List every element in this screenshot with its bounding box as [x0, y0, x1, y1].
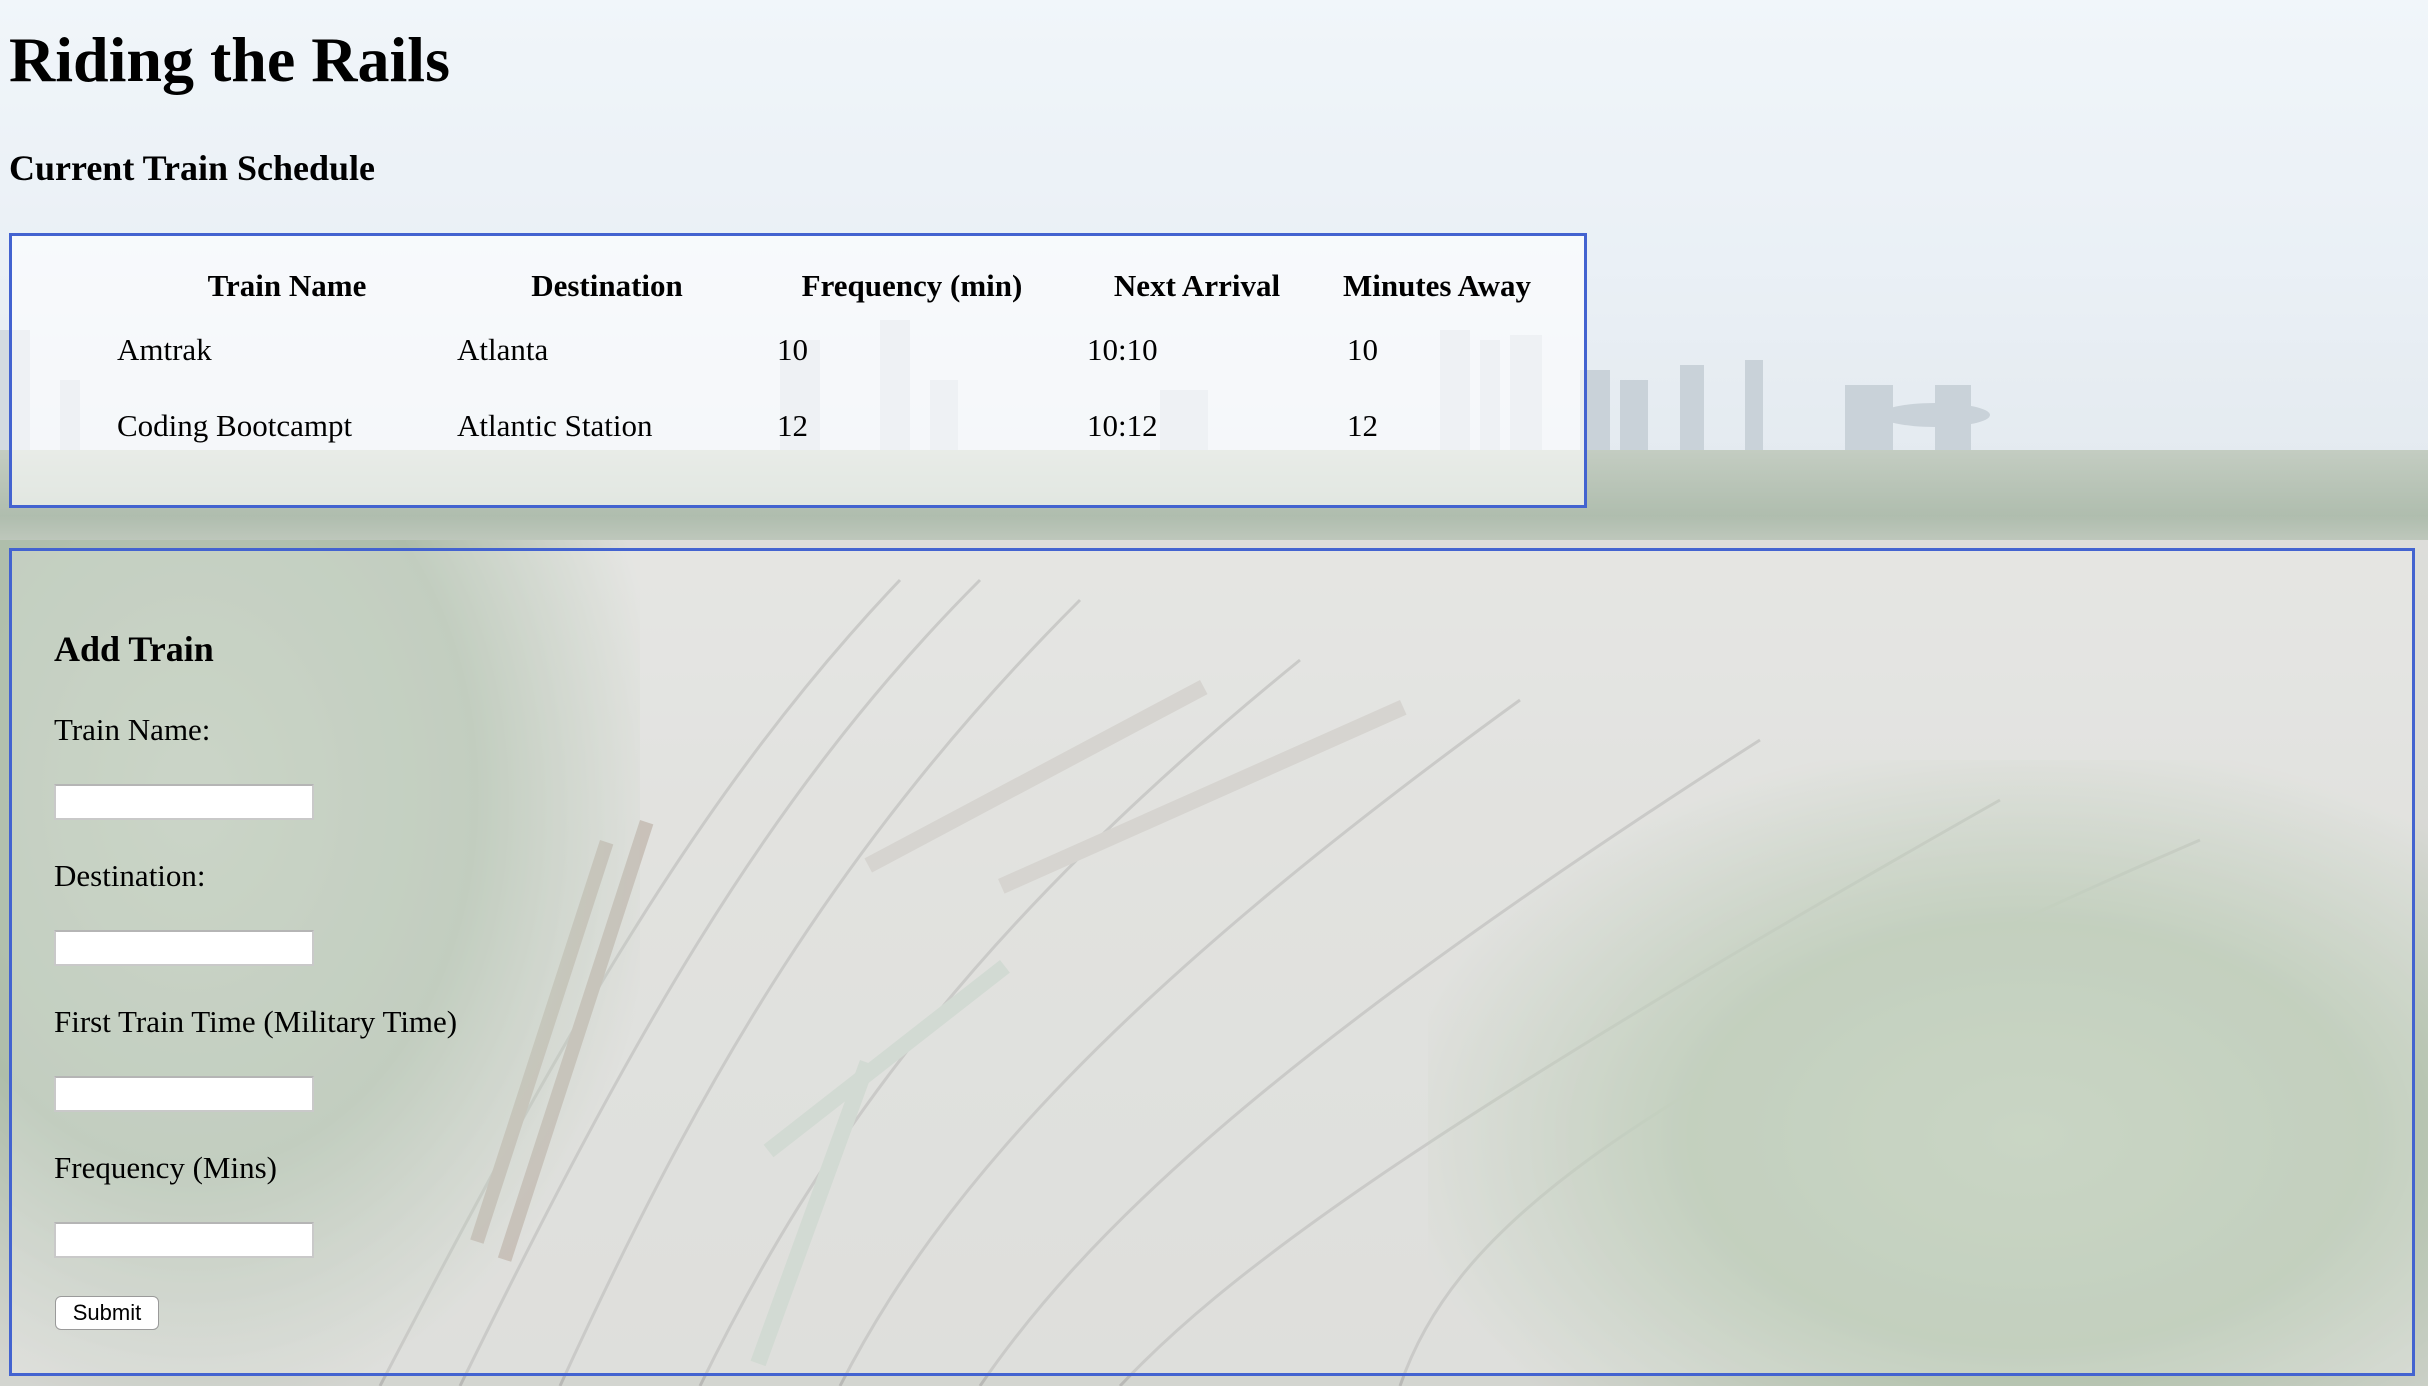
cell-frequency: 12 [777, 408, 808, 443]
frequency-label: Frequency (Mins) [54, 1150, 277, 1185]
schedule-panel: Train Name Destination Frequency (min) N… [9, 233, 1587, 508]
schedule-heading: Current Train Schedule [9, 148, 376, 188]
destination-input[interactable] [54, 930, 314, 966]
cell-minutes-away: 10 [1347, 332, 1378, 367]
column-header-train-name: Train Name [207, 268, 367, 303]
first-train-time-input[interactable] [54, 1076, 314, 1112]
train-name-label: Train Name: [54, 712, 211, 747]
cell-train-name: Amtrak [117, 332, 212, 367]
column-header-frequency: Frequency (min) [801, 268, 1023, 303]
cell-next-arrival: 10:10 [1087, 332, 1158, 367]
page-title: Riding the Rails [9, 24, 450, 95]
add-train-heading: Add Train [54, 629, 214, 669]
column-header-next-arrival: Next Arrival [1113, 268, 1281, 303]
cell-frequency: 10 [777, 332, 808, 367]
cell-destination: Atlanta [457, 332, 549, 367]
submit-button[interactable]: Submit [55, 1296, 159, 1330]
add-train-panel: Add Train Train Name: Destination: First… [9, 548, 2415, 1376]
column-header-destination: Destination [531, 268, 683, 303]
cell-destination: Atlantic Station [457, 408, 653, 443]
train-schedule-table: Train Name Destination Frequency (min) N… [117, 266, 1547, 464]
first-train-time-label: First Train Time (Military Time) [54, 1004, 458, 1039]
column-header-minutes-away: Minutes Away [1342, 268, 1531, 303]
table-row: Coding Bootcampt Atlantic Station 12 10:… [117, 388, 1547, 464]
train-name-input[interactable] [54, 784, 314, 820]
destination-label: Destination: [54, 858, 206, 893]
frequency-input[interactable] [54, 1222, 314, 1258]
table-row: Amtrak Atlanta 10 10:10 10 [117, 312, 1547, 388]
cell-minutes-away: 12 [1347, 408, 1378, 443]
table-header-row: Train Name Destination Frequency (min) N… [117, 266, 1547, 312]
cell-train-name: Coding Bootcampt [117, 408, 353, 443]
cell-next-arrival: 10:12 [1087, 408, 1158, 443]
